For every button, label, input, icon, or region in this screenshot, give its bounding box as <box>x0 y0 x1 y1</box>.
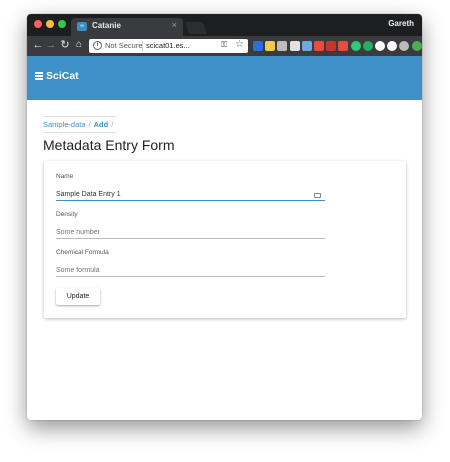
tab-close-icon[interactable]: × <box>172 20 177 30</box>
address-separator <box>142 41 143 51</box>
extension-icon[interactable] <box>399 41 410 51</box>
minimize-window-button[interactable] <box>46 20 54 28</box>
app-title[interactable]: SciCat <box>46 70 79 82</box>
bookmark-star-icon[interactable]: ☆ <box>235 39 244 50</box>
info-icon[interactable]: i <box>93 41 102 50</box>
forward-arrow-icon[interactable]: → <box>45 38 57 52</box>
browser-window: ∞ Catanie × Gareth ← → ↻ ⌂ i Not Secure … <box>27 14 422 420</box>
extension-icon[interactable] <box>326 41 337 51</box>
new-tab-button[interactable] <box>184 22 208 34</box>
update-button[interactable]: Update <box>56 288 100 305</box>
extension-icon[interactable] <box>253 41 263 51</box>
key-icon[interactable]: ⚿ <box>221 40 227 50</box>
extension-icon[interactable] <box>265 41 276 51</box>
browser-toolbar: ← → ↻ ⌂ i Not Secure scicat01.es... ⚿ ☆ <box>27 36 422 56</box>
extension-icon[interactable] <box>289 41 300 51</box>
title-bar: ∞ Catanie × Gareth <box>27 14 422 36</box>
address-bar[interactable]: i Not Secure scicat01.es... ⚿ ☆ <box>89 39 248 53</box>
breadcrumb-item-add[interactable]: Add <box>94 120 109 129</box>
main-content: Sample-data / Add / Metadata Entry Form Nam… <box>27 100 422 420</box>
hamburger-menu-icon[interactable] <box>35 72 43 80</box>
profile-name[interactable]: Gareth <box>388 19 414 28</box>
tab-title: Catanie <box>92 21 121 30</box>
breadcrumb-item-sample-data[interactable]: Sample-data <box>43 120 86 129</box>
extension-icon[interactable] <box>375 41 385 51</box>
page-title: Metadata Entry Form <box>43 137 175 153</box>
tab-favicon-icon: ∞ <box>77 22 87 31</box>
extension-icon[interactable] <box>362 41 373 51</box>
chemical-formula-field[interactable] <box>56 265 325 277</box>
name-field[interactable] <box>56 189 325 201</box>
app-header: SciCat <box>27 56 422 100</box>
chemical-formula-label: Chemical Formula <box>56 249 109 256</box>
breadcrumb: Sample-data / Add / <box>43 116 117 133</box>
back-arrow-icon[interactable]: ← <box>32 38 44 52</box>
extension-icon[interactable] <box>338 41 349 51</box>
extension-icon[interactable] <box>387 41 398 51</box>
url-text[interactable]: scicat01.es... <box>146 41 190 50</box>
extension-icon[interactable] <box>301 41 312 51</box>
breadcrumb-separator: / <box>111 120 114 129</box>
extension-icon[interactable] <box>277 41 288 51</box>
density-field[interactable] <box>56 227 325 239</box>
extension-icon[interactable] <box>411 41 422 51</box>
browser-tab[interactable]: ∞ Catanie × <box>71 18 183 36</box>
autofill-card-icon[interactable] <box>314 193 321 198</box>
metadata-form-card: Name Density Chemical Formula Update <box>44 161 406 318</box>
reload-icon[interactable]: ↻ <box>59 38 71 52</box>
breadcrumb-separator: / <box>88 120 91 129</box>
extension-icon[interactable] <box>350 41 361 51</box>
name-label: Name <box>56 173 74 180</box>
maximize-window-button[interactable] <box>58 20 66 28</box>
close-window-button[interactable] <box>34 20 42 28</box>
home-icon[interactable]: ⌂ <box>73 38 85 52</box>
density-label: Density <box>56 211 78 218</box>
extension-icon[interactable] <box>314 41 324 51</box>
security-label[interactable]: Not Secure <box>105 41 143 50</box>
